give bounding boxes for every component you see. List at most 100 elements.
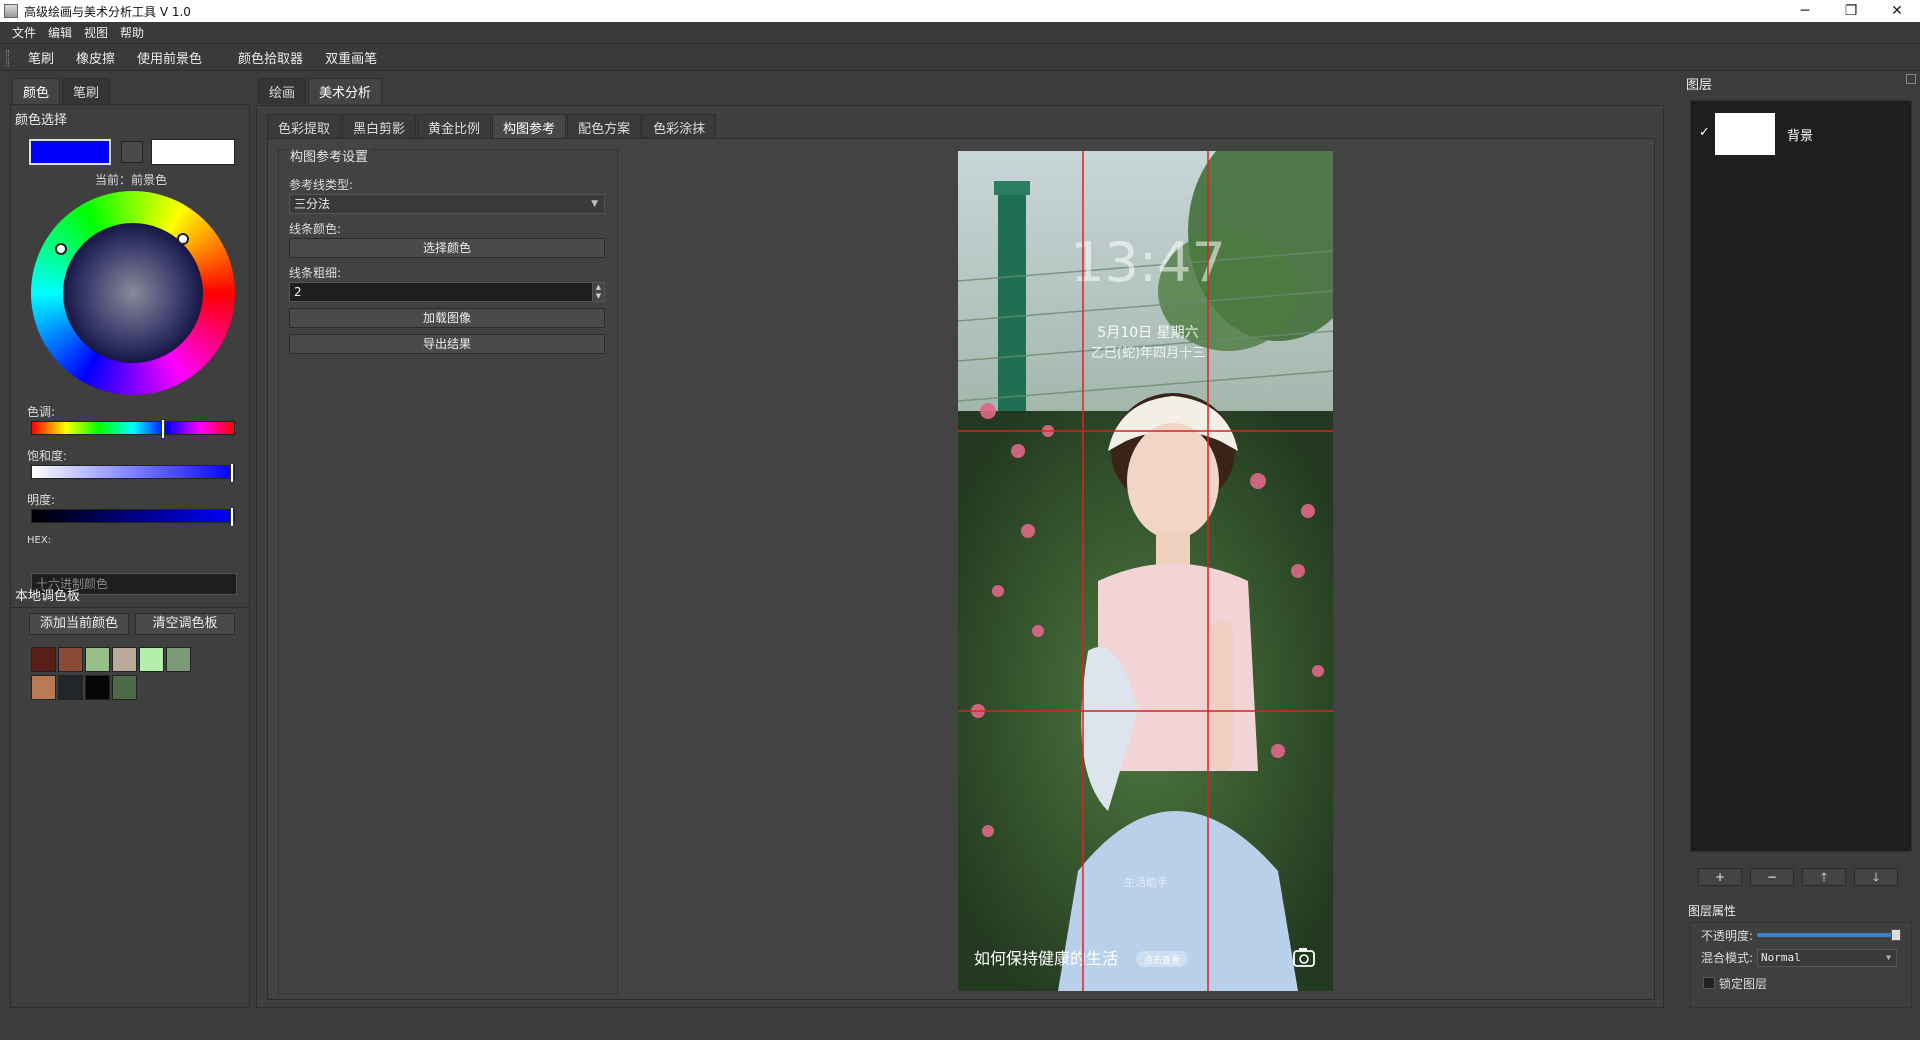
- hue-slider-handle[interactable]: [161, 419, 166, 439]
- caption-badge-text: 点击查看: [1144, 954, 1180, 966]
- color-select-title: 颜色选择: [15, 113, 68, 128]
- layer-visible-check[interactable]: ✓: [1699, 125, 1710, 140]
- layer-item[interactable]: ✓ 背景: [1691, 101, 1911, 167]
- palette-swatch[interactable]: [85, 647, 110, 672]
- palette-swatch[interactable]: [58, 647, 83, 672]
- wheel-sv-marker[interactable]: [55, 243, 67, 255]
- analysis-panel: 色彩提取 黑白剪影 黄金比例 构图参考 配色方案 色彩涂抹 构图参考设置 参考线…: [256, 105, 1664, 1008]
- date-text: 5月10日 星期六: [1097, 325, 1198, 341]
- menu-help[interactable]: 帮助: [114, 24, 150, 41]
- close-button[interactable]: ✕: [1874, 0, 1920, 22]
- menu-edit[interactable]: 编辑: [42, 24, 78, 41]
- opacity-slider-handle[interactable]: [1891, 929, 1901, 941]
- palette-swatch[interactable]: [31, 647, 56, 672]
- title-bar: 高级绘画与美术分析工具 V 1.0 ─ ❐ ✕: [0, 0, 1920, 22]
- chevron-down-icon: ▼: [591, 199, 598, 209]
- add-color-button[interactable]: 添加当前颜色: [29, 613, 129, 635]
- subtab-color-extract[interactable]: 色彩提取: [267, 114, 342, 138]
- settings-title: 构图参考设置: [287, 146, 372, 165]
- subtab-silhouette[interactable]: 黑白剪影: [342, 114, 417, 138]
- saturation-slider[interactable]: [31, 463, 235, 483]
- ref-type-label: 参考线类型:: [289, 178, 354, 192]
- layer-list[interactable]: ✓ 背景: [1690, 100, 1912, 852]
- load-image-button[interactable]: 加载图像: [289, 308, 605, 328]
- blend-label: 混合模式:: [1701, 951, 1754, 965]
- composition-canvas[interactable]: 13:47 5月10日 星期六 乙巳(蛇)年四月十三 生活助手 如何保持健康的生…: [958, 151, 1333, 991]
- line-width-value: 2: [294, 285, 302, 299]
- left-panel: 颜色 笔刷 颜色选择 当前：前景色 色调: 饱和度: 明度: HEX: 十六进制…: [8, 78, 250, 1008]
- palette-swatch[interactable]: [139, 647, 164, 672]
- blend-mode-select[interactable]: Normal ▼: [1757, 949, 1897, 967]
- lunar-date-text: 乙巳(蛇)年四月十三: [1091, 346, 1205, 361]
- subtab-color-scheme[interactable]: 配色方案: [567, 114, 642, 138]
- subtab-color-smudge[interactable]: 色彩涂抹: [642, 114, 717, 138]
- tab-art-analysis[interactable]: 美术分析: [308, 78, 383, 104]
- palette-swatch[interactable]: [31, 675, 56, 700]
- opacity-slider[interactable]: [1757, 929, 1901, 941]
- foreground-swatch[interactable]: [29, 139, 111, 165]
- toolbar-grip[interactable]: [6, 49, 9, 66]
- composition-tab-body: 构图参考设置 参考线类型: 三分法 ▼ 线条颜色: 选择颜色 线条粗细: 2 ▲…: [267, 138, 1655, 1000]
- tool-bar: 笔刷 橡皮擦 使用前景色 颜色拾取器 双重画笔: [0, 45, 1920, 71]
- line-width-spinbox[interactable]: 2 ▲ ▼: [289, 282, 605, 302]
- hue-label: 色调:: [27, 405, 56, 419]
- background-swatch[interactable]: [151, 139, 235, 165]
- caption-text: 如何保持健康的生活: [974, 949, 1118, 968]
- ref-type-select[interactable]: 三分法 ▼: [289, 194, 605, 214]
- value-slider-handle[interactable]: [230, 507, 234, 527]
- eraser-tool-button[interactable]: 橡皮擦: [65, 48, 126, 67]
- divider: [11, 607, 249, 608]
- palette-swatch[interactable]: [112, 647, 137, 672]
- tab-painting[interactable]: 绘画: [258, 78, 307, 104]
- value-slider[interactable]: [31, 507, 235, 527]
- color-wheel[interactable]: [31, 191, 235, 395]
- brush-tool-button[interactable]: 笔刷: [17, 48, 65, 67]
- tab-brush[interactable]: 笔刷: [62, 78, 111, 104]
- menu-bar: 文件 编辑 视图 帮助: [0, 22, 1920, 44]
- saturation-label: 饱和度:: [27, 449, 68, 463]
- color-picker-button[interactable]: 颜色拾取器: [227, 48, 314, 67]
- layer-props-title: 图层属性: [1688, 904, 1737, 918]
- right-panel: 图层 ✓ 背景 + − 🡑 🡓 图层属性 不透明度: 混合模式: Normal …: [1682, 70, 1920, 1008]
- remove-layer-button[interactable]: −: [1750, 868, 1794, 886]
- wheel-hue-marker[interactable]: [177, 233, 189, 245]
- move-layer-down-button[interactable]: 🡓: [1854, 868, 1898, 886]
- subtab-golden-ratio[interactable]: 黄金比例: [417, 114, 492, 138]
- color-panel: 颜色选择 当前：前景色 色调: 饱和度: 明度: HEX: 十六进制颜色 本地调…: [10, 104, 250, 1008]
- layer-thumbnail: [1715, 113, 1775, 155]
- add-layer-button[interactable]: +: [1698, 868, 1742, 886]
- swap-colors-button[interactable]: [121, 141, 143, 163]
- palette-swatch[interactable]: [85, 675, 110, 700]
- current-color-label: 当前：前景色: [95, 173, 168, 187]
- menu-view[interactable]: 视图: [78, 24, 114, 41]
- tab-color[interactable]: 颜色: [12, 78, 61, 104]
- minimize-button[interactable]: ─: [1782, 0, 1828, 22]
- layers-title: 图层: [1686, 78, 1713, 93]
- choose-color-button[interactable]: 选择颜色: [289, 238, 605, 258]
- dual-brush-button[interactable]: 双重画笔: [314, 48, 388, 67]
- float-panel-icon[interactable]: [1906, 74, 1916, 84]
- palette-swatch[interactable]: [58, 675, 83, 700]
- chevron-down-icon: ▼: [1886, 953, 1891, 962]
- palette-swatch[interactable]: [112, 675, 137, 700]
- menu-file[interactable]: 文件: [6, 24, 42, 41]
- maximize-button[interactable]: ❐: [1828, 0, 1874, 22]
- use-foreground-button[interactable]: 使用前景色: [126, 48, 213, 67]
- lock-layer-checkbox[interactable]: [1703, 977, 1715, 989]
- photo-image: 13:47 5月10日 星期六 乙巳(蛇)年四月十三 生活助手 如何保持健康的生…: [958, 151, 1333, 991]
- subtab-composition[interactable]: 构图参考: [492, 114, 567, 138]
- move-layer-up-button[interactable]: 🡑: [1802, 868, 1846, 886]
- opacity-label: 不透明度:: [1701, 929, 1754, 943]
- palette-title: 本地调色板: [15, 589, 81, 604]
- saturation-slider-handle[interactable]: [230, 463, 234, 483]
- palette-swatch[interactable]: [166, 647, 191, 672]
- ref-type-value: 三分法: [294, 197, 331, 211]
- hue-slider[interactable]: [31, 419, 235, 439]
- export-result-button[interactable]: 导出结果: [289, 334, 605, 354]
- layer-name: 背景: [1787, 129, 1814, 144]
- layer-ops: + − 🡑 🡓: [1698, 868, 1906, 886]
- clear-palette-button[interactable]: 清空调色板: [135, 613, 235, 635]
- spin-arrows-icon[interactable]: ▲ ▼: [592, 283, 604, 301]
- watermark-text: 生活助手: [1124, 875, 1168, 889]
- clock-text: 13:47: [1070, 231, 1226, 294]
